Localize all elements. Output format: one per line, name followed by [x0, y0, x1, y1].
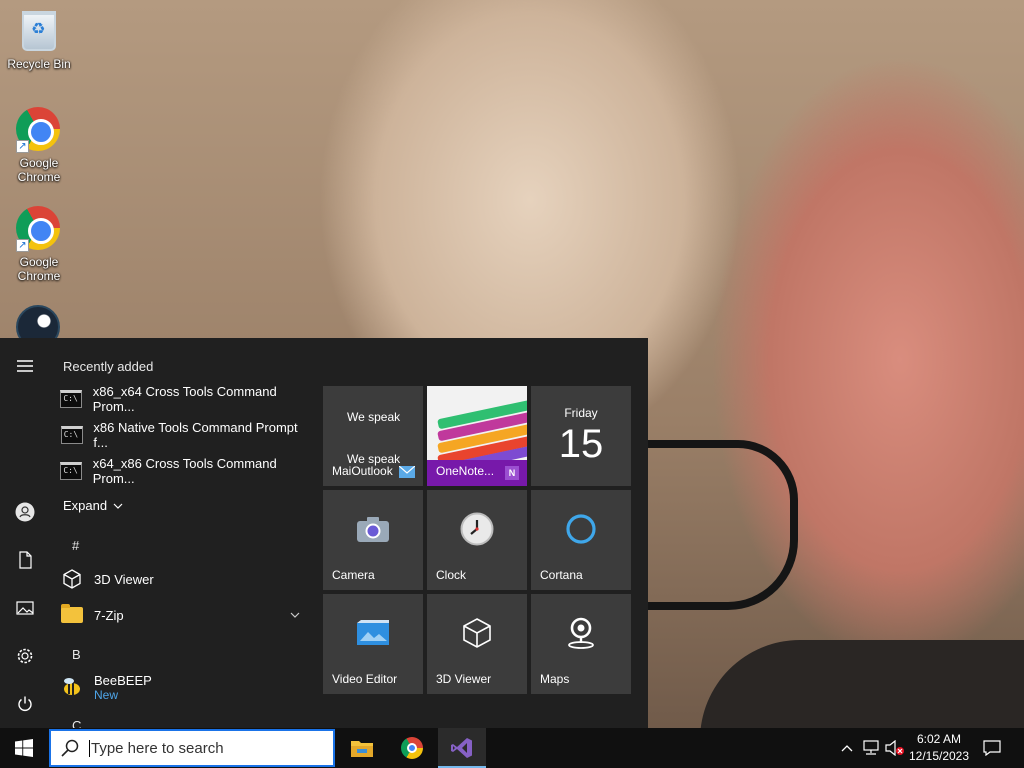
desktop-icon-google-chrome-2[interactable]: ↗ Google Chrome [4, 206, 74, 283]
list-item[interactable]: C:\ x86 Native Tools Command Prompt f... [60, 419, 310, 451]
shortcut-arrow-icon: ↗ [16, 140, 29, 153]
cube-icon [463, 618, 491, 648]
video-editor-icon [357, 620, 389, 645]
show-hidden-icons-button[interactable] [838, 728, 856, 768]
windows-logo-icon [15, 739, 33, 757]
camera-icon [357, 517, 389, 542]
cube-icon [63, 569, 81, 589]
tile-calendar[interactable]: Friday 15 [531, 386, 631, 486]
command-prompt-icon: C:\ [60, 390, 83, 408]
app-3d-viewer[interactable]: 3D Viewer [60, 563, 310, 595]
search-box[interactable]: Type here to search [49, 729, 335, 767]
user-avatar-icon [15, 502, 35, 522]
power-icon [18, 696, 32, 711]
recycle-bin-icon [16, 8, 62, 54]
group-header-c[interactable]: C [72, 718, 81, 728]
desktop-icon-recycle-bin[interactable]: Recycle Bin [4, 8, 74, 71]
clock-icon [460, 512, 494, 546]
network-icon [863, 740, 879, 755]
taskbar: Type here to search 6:02 AM 12/15/2023 [0, 728, 1024, 768]
chrome-icon: ↗ [16, 107, 62, 153]
clock-date: 12/15/2023 [908, 749, 970, 763]
cortana-ring-icon [566, 514, 596, 544]
chrome-icon [401, 737, 423, 759]
command-prompt-icon: C:\ [60, 462, 83, 480]
action-center-button[interactable] [978, 728, 1006, 768]
new-badge: New [94, 687, 119, 702]
bee-icon [64, 678, 80, 695]
taskbar-visual-studio[interactable] [438, 728, 486, 768]
taskbar-clock[interactable]: 6:02 AM 12/15/2023 [904, 731, 974, 765]
volume-button[interactable] [884, 728, 906, 768]
desktop-icon-label: Recycle Bin [7, 57, 71, 71]
gear-icon [17, 648, 33, 664]
settings-button[interactable] [0, 636, 50, 676]
onenote-icon: N [505, 466, 519, 480]
list-item[interactable]: C:\ x86_x64 Cross Tools Command Prom... [60, 383, 310, 415]
notification-icon [983, 740, 1001, 756]
desktop-icon-google-chrome[interactable]: ↗ Google Chrome [4, 107, 74, 184]
command-prompt-icon: C:\ [60, 426, 83, 444]
desktop-icon-label: Google Chrome [17, 156, 61, 184]
chrome-icon: ↗ [16, 206, 62, 252]
tile-onenote[interactable]: OneNote... N [427, 386, 527, 486]
start-button[interactable] [0, 728, 48, 768]
taskbar-file-explorer[interactable] [338, 728, 386, 768]
group-header-b[interactable]: B [72, 647, 81, 662]
tile-video-editor[interactable]: Video Editor [323, 594, 423, 694]
mail-envelope-icon [399, 466, 415, 478]
picture-icon [16, 601, 34, 615]
taskbar-chrome[interactable] [388, 728, 436, 768]
desktop-icon-label: Google Chrome [17, 255, 61, 283]
tile-grid: We speak We speak MaiOutlook OneNote... … [323, 386, 635, 696]
recently-added-heading: Recently added [63, 359, 154, 374]
folder-icon [61, 604, 83, 623]
tile-cortana[interactable]: Cortana [531, 490, 631, 590]
group-header-hash[interactable]: # [72, 538, 79, 553]
user-account-button[interactable] [0, 492, 50, 532]
start-rail [0, 338, 50, 728]
tile-mail[interactable]: We speak We speak MaiOutlook [323, 386, 423, 486]
tile-3d-viewer[interactable]: 3D Viewer [427, 594, 527, 694]
app-7-zip[interactable]: 7-Zip [60, 599, 310, 631]
network-button[interactable] [860, 728, 882, 768]
power-button[interactable] [0, 684, 50, 724]
chevron-up-icon [841, 745, 853, 752]
tile-camera[interactable]: Camera [323, 490, 423, 590]
hamburger-menu-button[interactable] [0, 346, 50, 386]
visual-studio-icon [451, 738, 472, 758]
search-input[interactable]: Type here to search [89, 739, 224, 757]
tile-clock[interactable]: Clock [427, 490, 527, 590]
chevron-down-icon [290, 612, 300, 618]
clock-time: 6:02 AM [916, 732, 962, 746]
wallpaper-shoulder [700, 640, 1024, 740]
list-item[interactable]: C:\ x64_x86 Cross Tools Command Prom... [60, 455, 310, 487]
chevron-down-icon [113, 503, 123, 509]
wallpaper-glasses [648, 440, 798, 610]
documents-button[interactable] [0, 540, 50, 580]
document-icon [19, 551, 32, 569]
hamburger-icon [17, 360, 33, 372]
file-explorer-icon [351, 741, 373, 757]
shortcut-arrow-icon: ↗ [16, 239, 29, 252]
app-list: Recently added C:\ x86_x64 Cross Tools C… [50, 338, 312, 728]
pictures-button[interactable] [0, 588, 50, 628]
search-icon [61, 739, 79, 757]
start-menu: Recently added C:\ x86_x64 Cross Tools C… [0, 338, 648, 728]
map-pin-icon [568, 617, 594, 649]
expand-button[interactable]: Expand [63, 498, 123, 513]
app-beebeep[interactable]: BeeBEEP New [60, 668, 310, 706]
tile-maps[interactable]: Maps [531, 594, 631, 694]
volume-muted-icon [885, 740, 904, 756]
